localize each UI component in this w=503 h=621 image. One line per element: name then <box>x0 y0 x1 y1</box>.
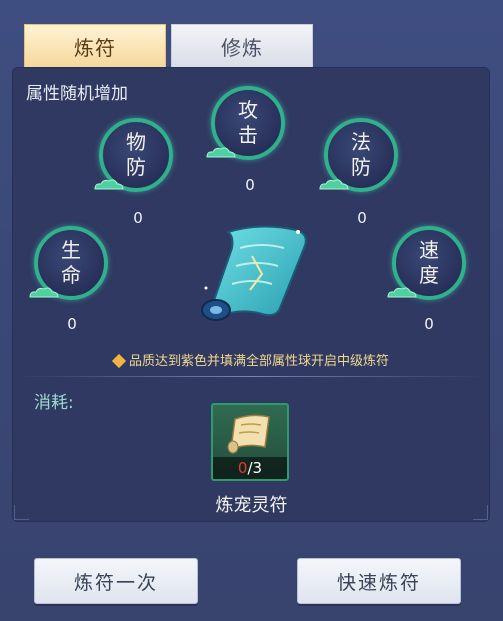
cloud-icon <box>319 179 349 190</box>
attribute-value-attack: 0 <box>245 176 255 194</box>
attribute-value-magic-defense: 0 <box>357 209 367 227</box>
unlock-hint: 品质达到紫色并填满全部属性球开启中级炼符 <box>0 350 503 369</box>
attribute-value-hp: 0 <box>67 315 77 333</box>
panel-title: 属性随机增加 <box>26 84 128 104</box>
item-slot-pet-talisman[interactable]: 0/3 <box>211 403 289 481</box>
orb-label: 防 <box>351 155 371 179</box>
cloud-icon <box>206 147 236 158</box>
cloud-icon <box>94 179 124 190</box>
attribute-value-speed: 0 <box>424 315 434 333</box>
orb-label: 物 <box>126 130 146 154</box>
orb-label: 法 <box>351 130 371 154</box>
item-name: 炼宠灵符 <box>215 495 288 516</box>
refine-once-button[interactable]: 炼符一次 <box>34 558 198 604</box>
orb-label: 防 <box>126 155 146 179</box>
talisman-paper-icon <box>227 414 270 454</box>
hint-text: 品质达到紫色并填满全部属性球开启中级炼符 <box>128 354 389 369</box>
cloud-icon <box>387 287 417 298</box>
item-count-need: /3 <box>247 459 263 477</box>
orb-label: 击 <box>238 123 258 147</box>
orb-label: 速 <box>419 238 439 262</box>
item-count: 0/3 <box>213 457 287 479</box>
orb-label: 攻 <box>238 98 258 122</box>
diamond-icon <box>111 353 127 369</box>
orb-label: 生 <box>61 238 81 262</box>
quick-refine-button[interactable]: 快速炼符 <box>297 558 461 604</box>
orb-label: 度 <box>419 263 439 287</box>
divider <box>16 376 486 377</box>
attribute-value-physical-defense: 0 <box>133 209 143 227</box>
consume-label: 消耗: <box>34 393 74 413</box>
tab-cultivate[interactable]: 修炼 <box>171 24 313 68</box>
orb-label: 命 <box>61 263 81 287</box>
talisman-scroll-icon <box>201 225 307 321</box>
cloud-icon <box>29 287 59 298</box>
tab-refine-talisman[interactable]: 炼符 <box>24 24 166 68</box>
